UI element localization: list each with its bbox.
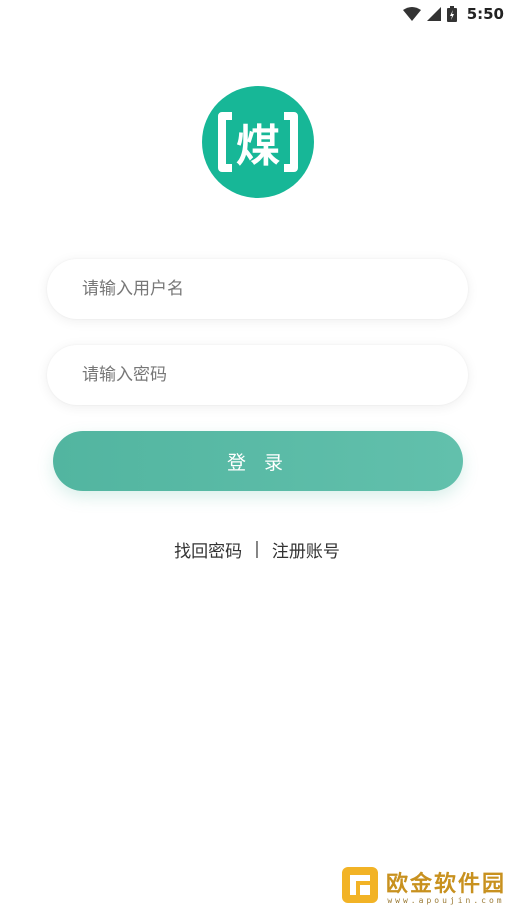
- status-time: 5:50: [466, 5, 504, 23]
- signal-icon: [426, 7, 441, 21]
- password-input[interactable]: [82, 365, 442, 385]
- battery-icon: [446, 6, 457, 22]
- login-button[interactable]: 登 录: [53, 431, 463, 491]
- watermark-title: 欧金软件园: [385, 871, 506, 897]
- watermark-url: www.apoujin.com: [387, 895, 505, 905]
- app-logo: 煤: [202, 86, 314, 198]
- username-input[interactable]: [82, 279, 442, 299]
- watermark-logo-icon: [341, 867, 378, 903]
- watermark: 欧金软件园 www.apoujin.com: [340, 860, 506, 910]
- watermark-text: 欧金软件园 www.apoujin.com: [386, 866, 506, 905]
- username-field-container: [47, 259, 468, 319]
- wifi-icon: [402, 7, 421, 21]
- links-separator: |: [254, 539, 260, 559]
- password-field-container: [47, 345, 468, 405]
- register-link[interactable]: 注册账号: [272, 537, 340, 562]
- auth-links: 找回密码 | 注册账号: [0, 536, 514, 562]
- forgot-password-link[interactable]: 找回密码: [174, 537, 242, 562]
- logo-character: 煤: [236, 121, 280, 172]
- status-bar: 5:50: [0, 0, 514, 28]
